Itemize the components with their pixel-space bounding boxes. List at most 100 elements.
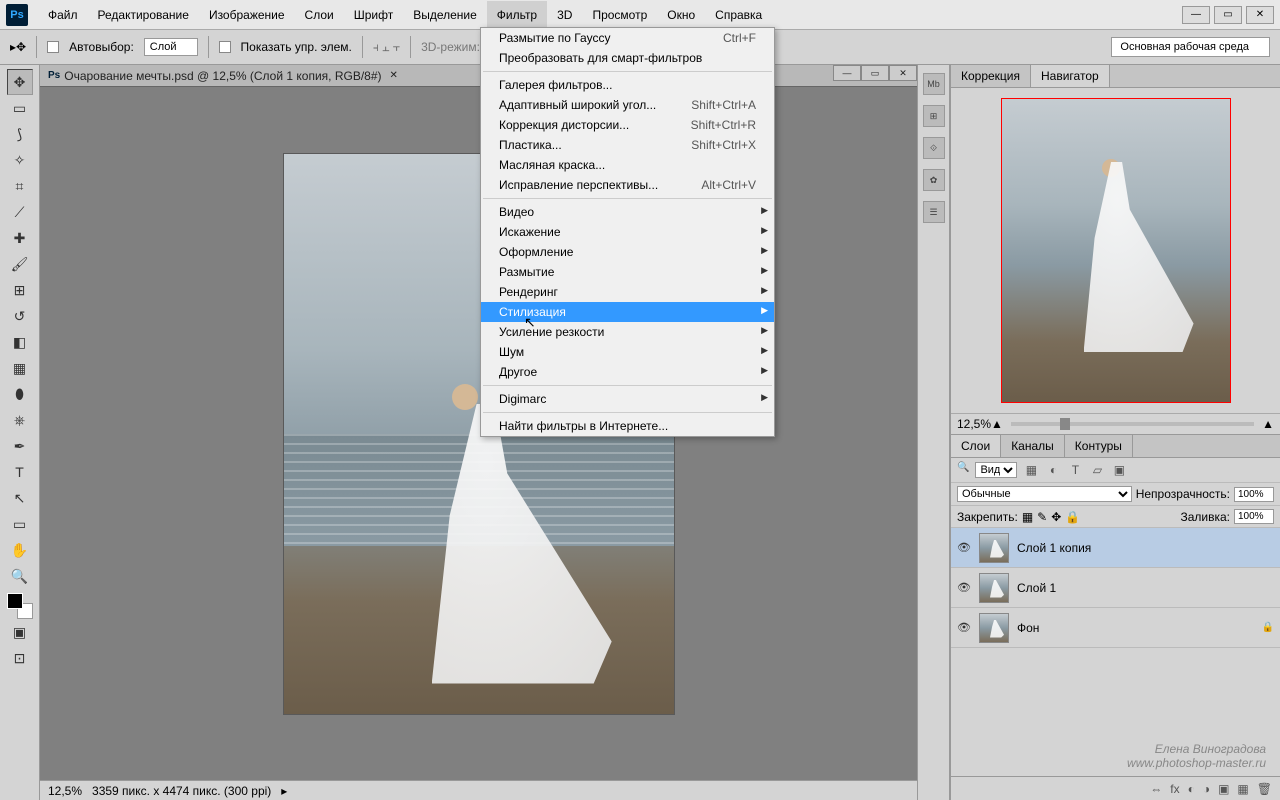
mask-icon[interactable]: ◐: [1188, 782, 1195, 796]
menu-item[interactable]: Другое▶: [481, 362, 774, 382]
layer-kind-select[interactable]: Вид: [975, 462, 1017, 478]
status-arrow-icon[interactable]: ▸: [281, 784, 287, 798]
document-tab[interactable]: Ps Очарование мечты.psd @ 12,5% (Слой 1 …: [40, 65, 917, 87]
opacity-input[interactable]: [1234, 487, 1274, 502]
stamp-tool[interactable]: ⊞: [7, 277, 33, 303]
visibility-icon[interactable]: 👁: [957, 621, 971, 634]
screenmode-tool[interactable]: ⊡: [7, 645, 33, 671]
menu-item[interactable]: Размытие по ГауссуCtrl+F: [481, 28, 774, 48]
wand-tool[interactable]: ✧: [7, 147, 33, 173]
tab-paths[interactable]: Контуры: [1065, 435, 1133, 457]
color-swatch[interactable]: [7, 593, 33, 619]
maximize-icon[interactable]: ▭: [1214, 6, 1242, 24]
lock-brush-icon[interactable]: ✎: [1037, 510, 1047, 524]
menu-изображение[interactable]: Изображение: [199, 1, 295, 29]
hand-tool[interactable]: ✋: [7, 537, 33, 563]
doc-maximize-icon[interactable]: ▭: [861, 65, 889, 81]
doc-close-icon[interactable]: ✕: [889, 65, 917, 81]
dock-brushes-icon[interactable]: ✿: [923, 169, 945, 191]
menu-item[interactable]: Рендеринг▶: [481, 282, 774, 302]
fx-icon[interactable]: fx: [1170, 782, 1179, 796]
navigator-slider[interactable]: [1011, 422, 1254, 426]
menu-редактирование[interactable]: Редактирование: [88, 1, 199, 29]
tab-layers[interactable]: Слои: [951, 435, 1001, 457]
move-tool[interactable]: ✥: [7, 69, 33, 95]
menu-item[interactable]: Искажение▶: [481, 222, 774, 242]
filter-pixel-icon[interactable]: ▦: [1023, 462, 1039, 478]
menu-item[interactable]: Масляная краска...: [481, 155, 774, 175]
lasso-tool[interactable]: ⟆: [7, 121, 33, 147]
menu-справка[interactable]: Справка: [705, 1, 772, 29]
lock-all-icon[interactable]: 🔒: [1065, 510, 1080, 524]
tab-channels[interactable]: Каналы: [1001, 435, 1065, 457]
menu-3d[interactable]: 3D: [547, 1, 582, 29]
lock-pixels-icon[interactable]: ▦: [1022, 510, 1033, 524]
dock-paragraphs-icon[interactable]: ☰: [923, 201, 945, 223]
quickmask-tool[interactable]: ▣: [7, 619, 33, 645]
menu-слои[interactable]: Слои: [295, 1, 344, 29]
marquee-tool[interactable]: ▭: [7, 95, 33, 121]
filter-adjust-icon[interactable]: ◐: [1045, 462, 1061, 478]
dodge-tool[interactable]: ⎈: [7, 407, 33, 433]
filter-type-icon[interactable]: T: [1067, 462, 1083, 478]
blend-mode-select[interactable]: Обычные: [957, 486, 1132, 502]
menu-фильтр[interactable]: Фильтр: [487, 1, 547, 29]
menu-просмотр[interactable]: Просмотр: [582, 1, 657, 29]
type-tool[interactable]: T: [7, 459, 33, 485]
eraser-tool[interactable]: ◧: [7, 329, 33, 355]
heal-tool[interactable]: ✚: [7, 225, 33, 251]
show-controls-checkbox[interactable]: [219, 41, 231, 53]
fill-input[interactable]: [1234, 509, 1274, 524]
dock-history-icon[interactable]: ⊞: [923, 105, 945, 127]
doc-minimize-icon[interactable]: —: [833, 65, 861, 81]
menu-item[interactable]: Размытие▶: [481, 262, 774, 282]
trash-icon[interactable]: 🗑: [1257, 782, 1272, 796]
tab-corrections[interactable]: Коррекция: [951, 65, 1031, 87]
menu-item[interactable]: Пластика...Shift+Ctrl+X: [481, 135, 774, 155]
menu-item[interactable]: Адаптивный широкий угол...Shift+Ctrl+A: [481, 95, 774, 115]
menu-item[interactable]: Видео▶: [481, 202, 774, 222]
layer-row[interactable]: 👁Слой 1 копия: [951, 528, 1280, 568]
crop-tool[interactable]: ⌗: [7, 173, 33, 199]
menu-item[interactable]: Стилизация▶: [481, 302, 774, 322]
new-layer-icon[interactable]: ▦: [1237, 782, 1248, 796]
menu-item[interactable]: Коррекция дисторсии...Shift+Ctrl+R: [481, 115, 774, 135]
workspace-selector[interactable]: Основная рабочая среда: [1111, 37, 1270, 57]
autoselect-target[interactable]: Слой: [144, 38, 198, 56]
menu-выделение[interactable]: Выделение: [403, 1, 487, 29]
menu-item[interactable]: Преобразовать для смарт-фильтров: [481, 48, 774, 68]
navigator-thumbnail[interactable]: [1001, 98, 1231, 403]
path-tool[interactable]: ↖: [7, 485, 33, 511]
menu-окно[interactable]: Окно: [657, 1, 705, 29]
menu-файл[interactable]: Файл: [38, 1, 88, 29]
navigator-zoom[interactable]: 12,5%: [957, 417, 991, 431]
menu-item[interactable]: Усиление резкости▶: [481, 322, 774, 342]
dock-properties-icon[interactable]: ⟐: [923, 137, 945, 159]
filter-menu-dropdown[interactable]: Размытие по ГауссуCtrl+FПреобразовать дл…: [480, 27, 775, 437]
filter-shape-icon[interactable]: ▱: [1089, 462, 1105, 478]
status-zoom[interactable]: 12,5%: [48, 784, 82, 798]
menu-item[interactable]: Оформление▶: [481, 242, 774, 262]
tab-close-icon[interactable]: ✕: [390, 70, 398, 81]
menu-item[interactable]: Найти фильтры в Интернете...: [481, 416, 774, 436]
autoselect-checkbox[interactable]: [47, 41, 59, 53]
visibility-icon[interactable]: 👁: [957, 541, 971, 554]
adjust-icon[interactable]: ◑: [1203, 782, 1210, 796]
menu-item[interactable]: Исправление перспективы...Alt+Ctrl+V: [481, 175, 774, 195]
minimize-icon[interactable]: —: [1182, 6, 1210, 24]
history-brush-tool[interactable]: ↺: [7, 303, 33, 329]
shape-tool[interactable]: ▭: [7, 511, 33, 537]
filter-smart-icon[interactable]: ▣: [1111, 462, 1127, 478]
visibility-icon[interactable]: 👁: [957, 581, 971, 594]
menu-item[interactable]: Шум▶: [481, 342, 774, 362]
link-icon[interactable]: ⇔: [1150, 782, 1162, 796]
window-controls[interactable]: — ▭ ✕: [1182, 6, 1274, 24]
lock-move-icon[interactable]: ✥: [1051, 510, 1061, 524]
zoom-tool[interactable]: 🔍: [7, 563, 33, 589]
tab-navigator[interactable]: Навигатор: [1031, 65, 1110, 87]
menu-шрифт[interactable]: Шрифт: [344, 1, 403, 29]
zoom-out-icon[interactable]: ▲: [991, 417, 1003, 431]
dock-minibridge-icon[interactable]: Mb: [923, 73, 945, 95]
layer-row[interactable]: 👁Слой 1: [951, 568, 1280, 608]
brush-tool[interactable]: 🖌: [7, 251, 33, 277]
